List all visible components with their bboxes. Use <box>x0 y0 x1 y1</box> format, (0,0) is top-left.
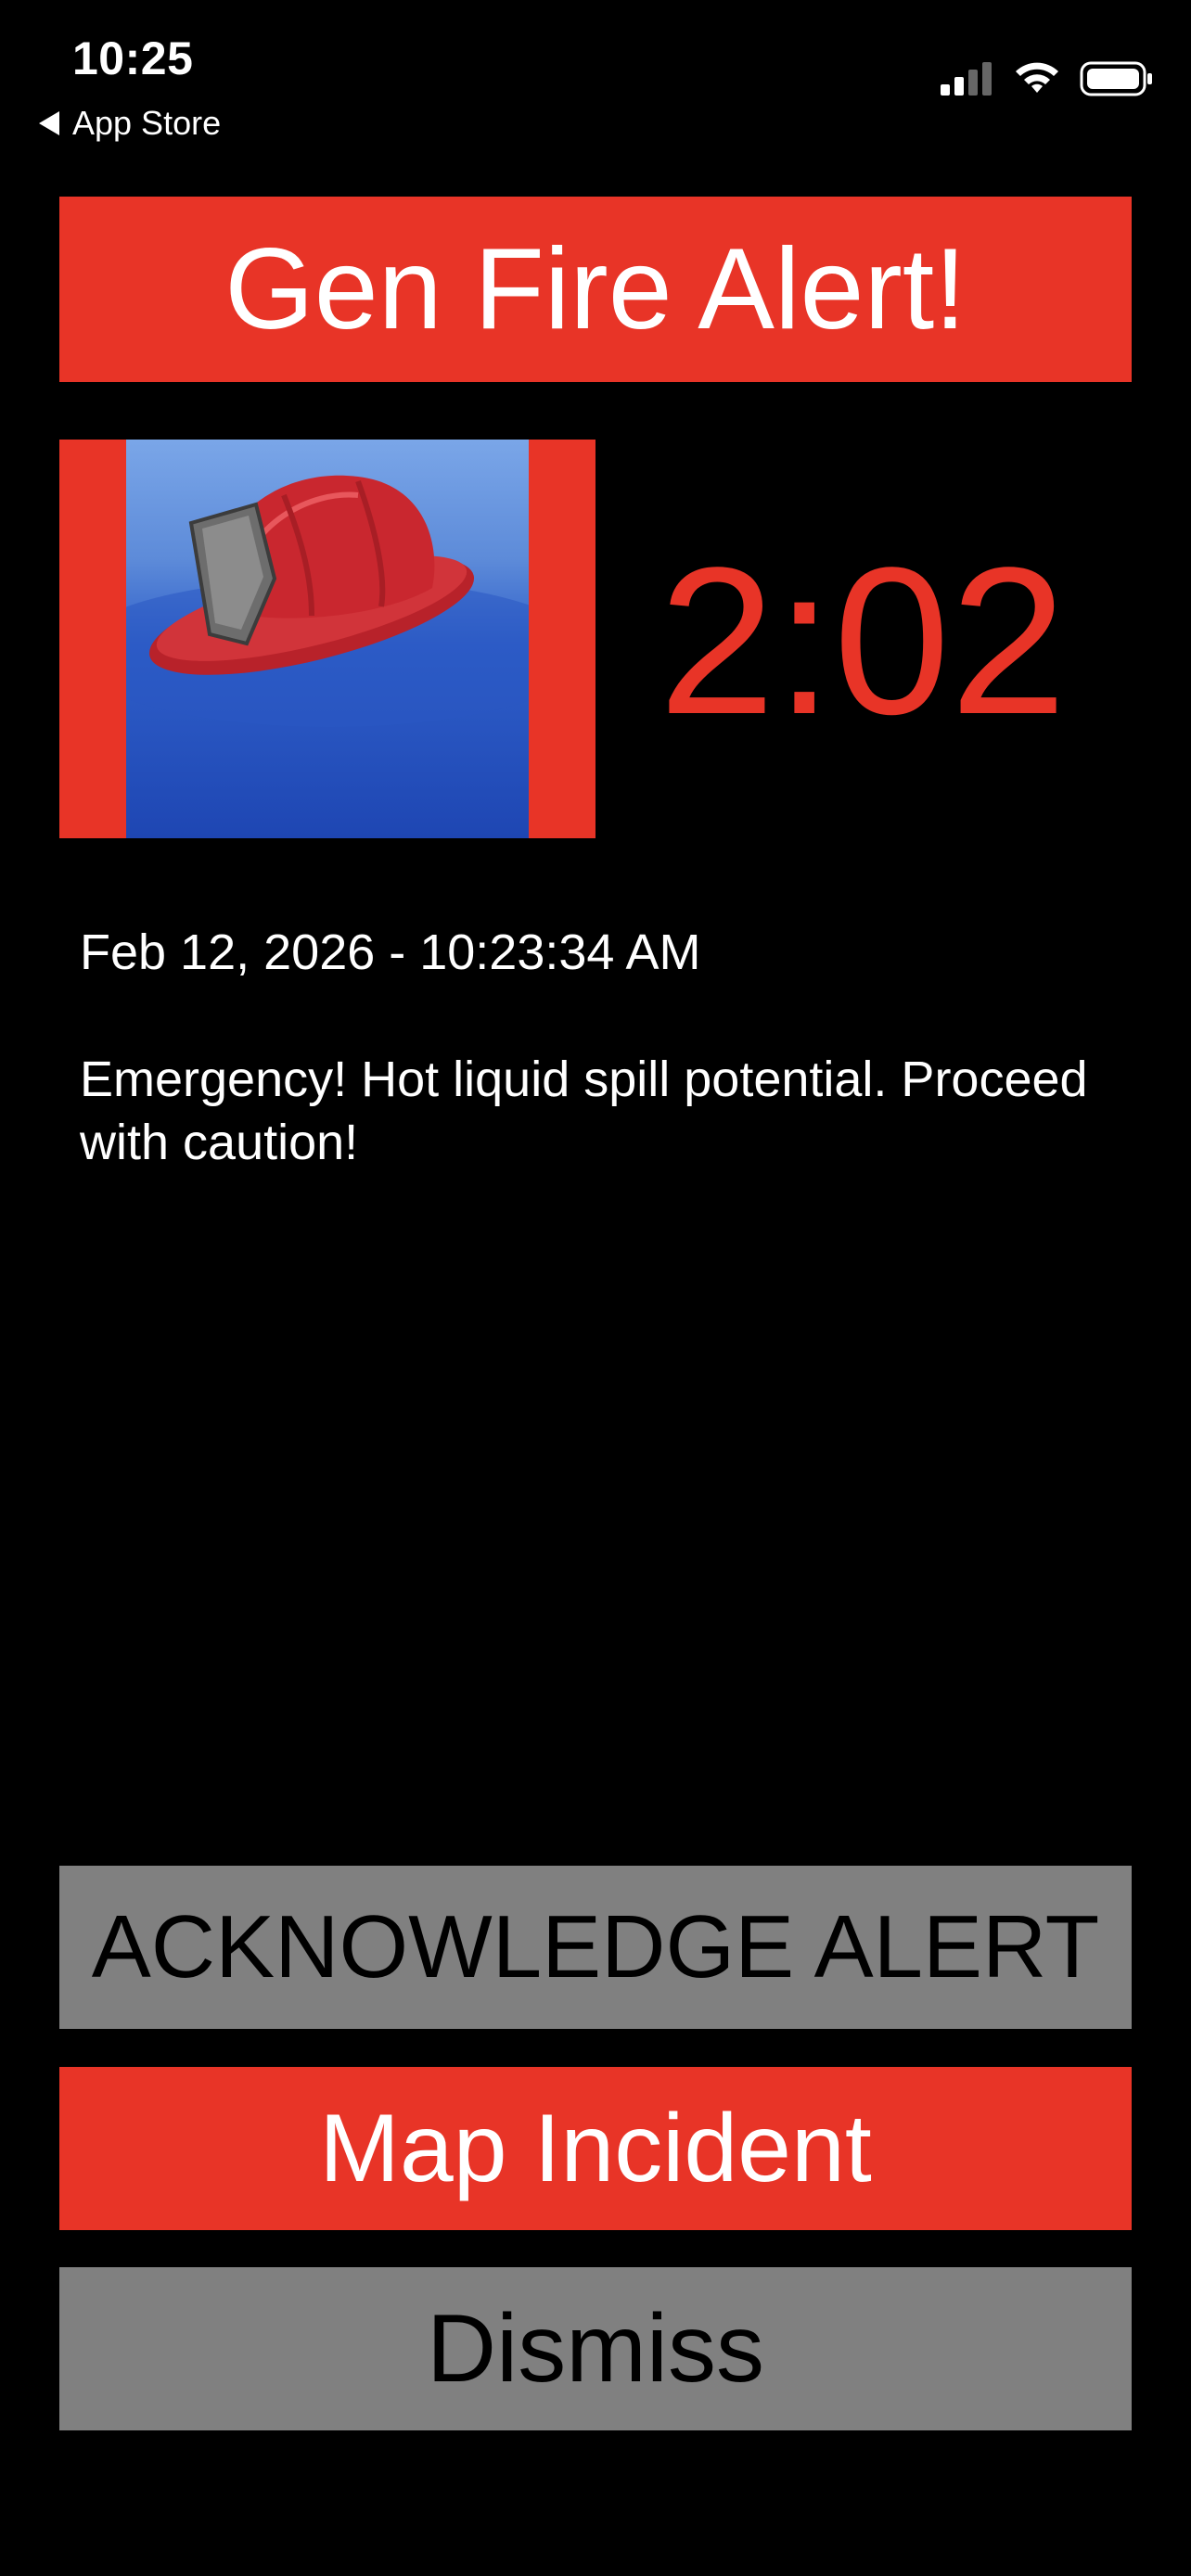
alert-message: Emergency! Hot liquid spill potential. P… <box>80 1052 1088 1170</box>
alert-title: Gen Fire Alert! <box>224 225 967 353</box>
back-to-app-store-link[interactable]: App Store <box>39 104 221 143</box>
dismiss-button[interactable]: Dismiss <box>59 2267 1132 2430</box>
alert-image <box>126 440 529 838</box>
status-indicators <box>941 61 1154 96</box>
fire-helmet-icon <box>148 475 475 675</box>
map-incident-button[interactable]: Map Incident <box>59 2067 1132 2230</box>
battery-icon <box>1080 61 1152 96</box>
alert-timestamp: Feb 12, 2026 - 10:23:34 AM <box>80 925 701 980</box>
alert-timer: 2:02 <box>659 523 1067 758</box>
back-arrow-icon <box>39 111 59 135</box>
back-link-label: App Store <box>72 104 222 142</box>
alert-image-frame <box>59 440 596 838</box>
status-time: 10:25 <box>72 32 194 84</box>
alert-title-banner: Gen Fire Alert! <box>59 197 1132 382</box>
cellular-signal-icon <box>941 62 992 96</box>
acknowledge-alert-button[interactable]: ACKNOWLEDGE ALERT <box>59 1866 1132 2029</box>
wifi-icon <box>1016 62 1058 93</box>
